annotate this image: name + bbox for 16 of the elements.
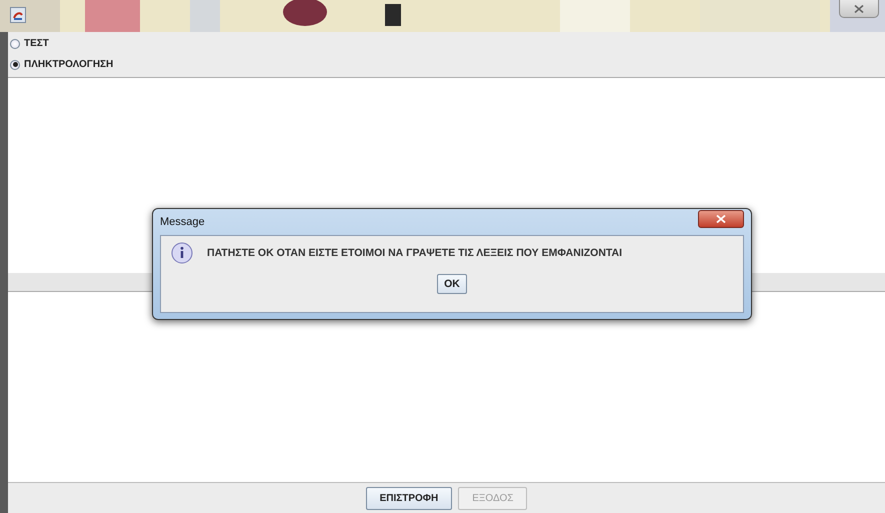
close-button[interactable] <box>839 0 879 18</box>
radio-label: ΠΛΗΚΤΡΟΛΟΓΗΣΗ <box>24 59 114 70</box>
radio-option[interactable]: ΠΛΗΚΤΡΟΛΟΓΗΣΗ <box>10 54 885 75</box>
radio-label: ΤΕΣΤ <box>24 38 49 49</box>
radio-button[interactable] <box>10 60 20 70</box>
ok-button[interactable]: OK <box>437 274 467 294</box>
radio-option[interactable]: ΤΕΣΤ <box>10 33 885 54</box>
close-icon <box>854 4 864 12</box>
back-button[interactable]: ΕΠΙΣΤΡΟΦΗ <box>366 486 452 510</box>
app-icon <box>10 7 26 23</box>
radio-button[interactable] <box>10 38 20 48</box>
close-button[interactable] <box>698 210 744 228</box>
dialog-message: ΠΑΤΗΣΤΕ ΟΚ ΟΤΑΝ ΕΙΣΤΕ ΕΤΟΙΜΟΙ ΝΑ ΓΡΑΨΕΤΕ ΤΙΣ ΛΕΞΕΙΣ ΠΟΥ ΕΜΦΑΝΙΖΟΝΤΑΙ <box>207 247 622 259</box>
dialog-title: Message <box>160 216 205 228</box>
close-icon <box>716 215 726 223</box>
info-icon <box>171 242 193 264</box>
